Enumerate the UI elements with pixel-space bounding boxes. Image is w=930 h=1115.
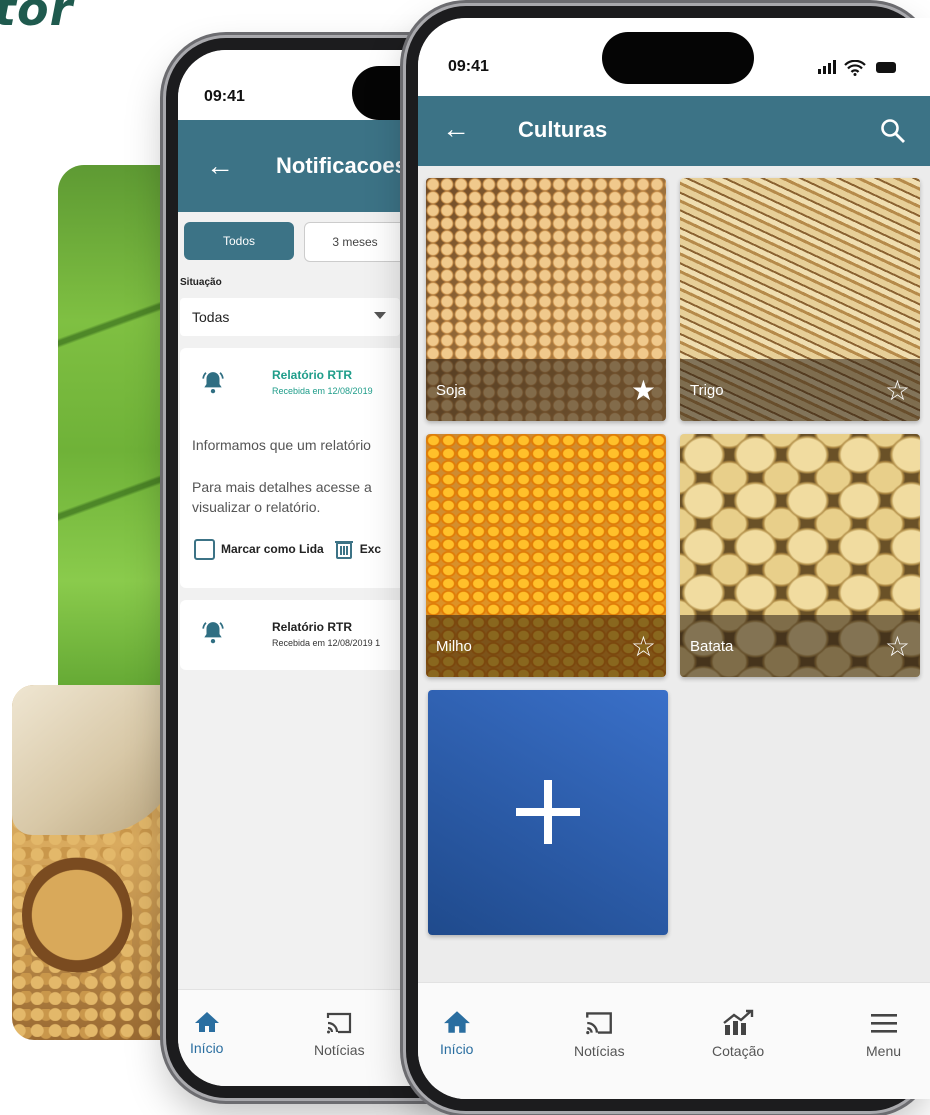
situation-value: Todas	[192, 309, 230, 325]
crop-card-trigo[interactable]: Trigo ☆	[680, 178, 920, 421]
app-bar: ← Culturas	[418, 96, 930, 166]
brand-logo-text: tor	[0, 0, 74, 36]
star-outline-icon[interactable]: ☆	[885, 377, 910, 405]
hamburger-icon	[870, 1014, 897, 1033]
mark-read-label[interactable]: Marcar como Lida	[221, 542, 324, 556]
wifi-icon	[844, 60, 866, 76]
mark-read-checkbox[interactable]	[194, 538, 215, 560]
search-icon[interactable]	[880, 118, 906, 144]
trash-icon[interactable]	[334, 538, 354, 560]
notification-text: Informamos que um relatório	[192, 437, 371, 453]
tab-label: Cotação	[712, 1043, 765, 1059]
notification-text: Para mais detalhes acesse a	[192, 479, 372, 495]
tab-cotacao[interactable]: Cotação	[712, 1009, 764, 1059]
tab-inicio[interactable]: Início	[440, 1009, 473, 1057]
status-time: 09:41	[204, 88, 245, 105]
tab-noticias[interactable]: Notícias	[574, 1009, 625, 1059]
wooden-bowl	[22, 855, 132, 975]
dropdown-caret-icon	[374, 312, 386, 319]
situation-label: Situação	[180, 277, 222, 288]
period-filter: Todos 3 meses	[184, 222, 406, 262]
burlap-sack	[12, 685, 182, 835]
bottom-tab-bar: Início Notícias Cotação Menu	[418, 982, 930, 1099]
signal-icon	[818, 60, 836, 74]
add-crop-button[interactable]	[428, 690, 668, 935]
page-title: Notificacoes	[276, 153, 407, 178]
crop-card-milho[interactable]: Milho ☆	[426, 434, 666, 677]
filter-all-button[interactable]: Todos	[184, 222, 294, 260]
tab-label: Início	[440, 1041, 474, 1057]
back-arrow-icon[interactable]: ←	[206, 152, 234, 180]
cast-icon	[327, 1012, 352, 1034]
tab-label: Notícias	[574, 1043, 625, 1059]
battery-icon	[876, 62, 896, 73]
dynamic-island	[602, 32, 754, 84]
home-icon	[443, 1011, 470, 1033]
page-title: Culturas	[518, 117, 608, 142]
tab-menu[interactable]: Menu	[866, 1009, 901, 1059]
crop-card-batata[interactable]: Batata ☆	[680, 434, 920, 677]
notification-date: Recebida em 12/08/2019	[272, 386, 373, 396]
crop-name: Soja	[436, 382, 467, 399]
notification-card[interactable]: Relatório RTR Recebida em 12/08/2019 Inf…	[180, 348, 420, 588]
crop-name: Batata	[690, 638, 734, 655]
notification-text: visualizar o relatório.	[192, 499, 321, 515]
cultures-screen: 09:41 ← Culturas Soja ★ Trigo ☆ Milho ☆ …	[418, 18, 930, 1099]
tab-inicio[interactable]: Início	[190, 1010, 223, 1056]
star-filled-icon[interactable]: ★	[631, 377, 656, 405]
chart-up-icon	[723, 1009, 754, 1035]
crop-name: Trigo	[690, 382, 724, 399]
delete-label[interactable]: Exc	[360, 542, 381, 556]
situation-select[interactable]: Todas	[180, 298, 400, 336]
notification-date: Recebida em 12/08/2019 1	[272, 638, 381, 648]
star-outline-icon[interactable]: ☆	[885, 633, 910, 661]
mark-read-row: Marcar como Lida Exc	[194, 538, 381, 560]
cast-icon	[586, 1012, 613, 1035]
plus-icon	[516, 780, 580, 844]
phone-cultures: 09:41 ← Culturas Soja ★ Trigo ☆ Milho ☆ …	[406, 6, 930, 1111]
back-arrow-icon[interactable]: ←	[442, 115, 470, 143]
status-time: 09:41	[448, 58, 489, 75]
tab-noticias[interactable]: Notícias	[314, 1010, 365, 1058]
notification-title: Relatório RTR	[272, 368, 353, 382]
bell-icon	[202, 372, 224, 394]
status-bar: 09:41	[418, 18, 930, 96]
bell-icon	[202, 622, 224, 644]
crop-card-soja[interactable]: Soja ★	[426, 178, 666, 421]
tab-label: Início	[190, 1040, 224, 1056]
notification-title: Relatório RTR	[272, 620, 353, 634]
home-icon	[194, 1012, 219, 1032]
tab-label: Menu	[866, 1043, 902, 1059]
crop-name: Milho	[436, 638, 472, 655]
notification-card[interactable]: Relatório RTR Recebida em 12/08/2019 1	[180, 600, 420, 670]
star-outline-icon[interactable]: ☆	[631, 633, 656, 661]
filter-three-months-button[interactable]: 3 meses	[304, 222, 406, 262]
tab-label: Notícias	[314, 1042, 365, 1058]
